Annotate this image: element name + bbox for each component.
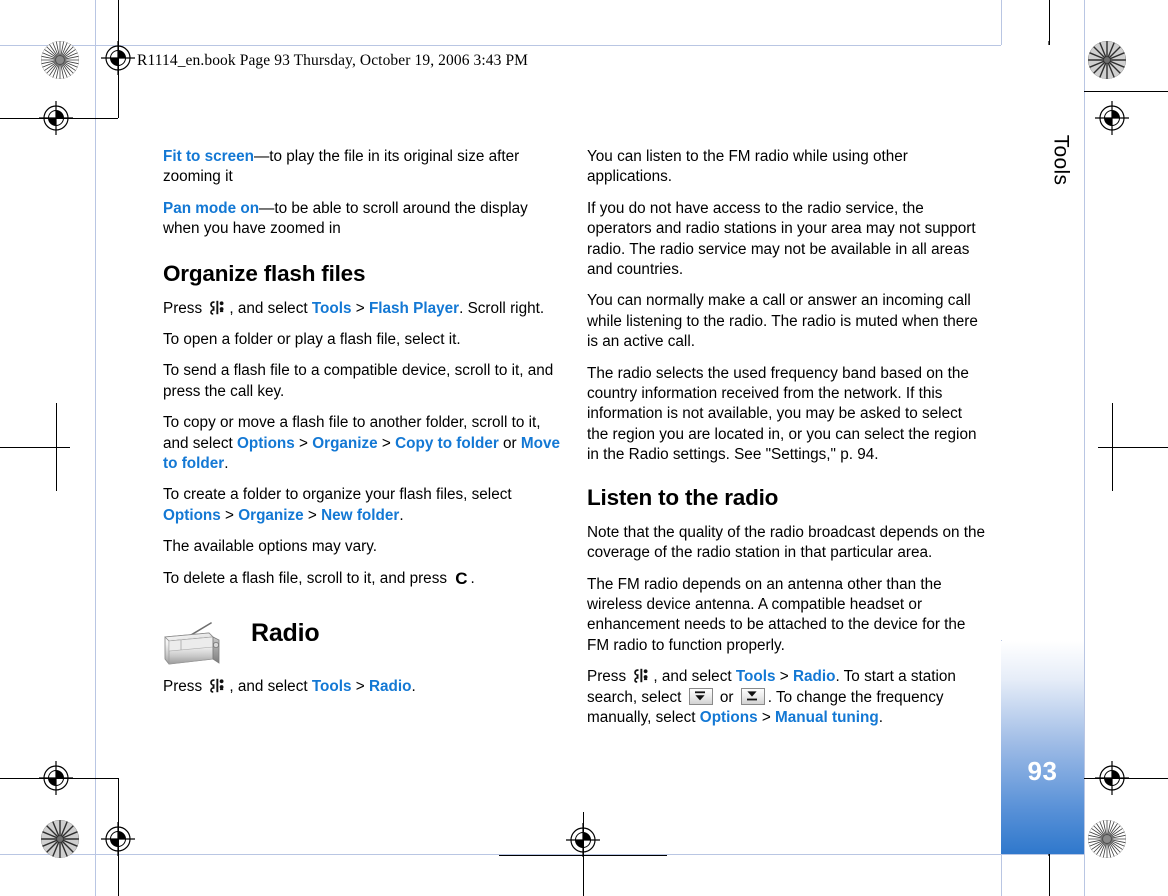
paragraph-fit-to-screen: Fit to screen—to play the file in its or… xyxy=(163,147,563,188)
separator-gt: > xyxy=(220,506,239,524)
paragraph-text: . xyxy=(470,569,475,587)
crop-rule-right-mid-h xyxy=(1098,447,1168,448)
paragraph-create-folder: To create a folder to organize your flas… xyxy=(163,485,563,526)
starburst-mark-bottom-left xyxy=(41,820,79,858)
guide-line-left xyxy=(95,0,96,896)
book-file-header: R1114_en.book Page 93 Thursday, October … xyxy=(137,52,529,69)
right-text-column: You can listen to the FM radio while usi… xyxy=(587,147,987,739)
paragraph-copy-or-move: To copy or move a flash file to another … xyxy=(163,413,563,474)
paragraph-antenna-headset: The FM radio depends on an antenna other… xyxy=(587,575,966,654)
printed-page: R1114_en.book Page 93 Thursday, October … xyxy=(0,0,1168,896)
paragraph-text: Press xyxy=(587,668,631,686)
guide-line-right-outer xyxy=(1084,0,1085,896)
paragraph-text: . xyxy=(411,678,416,696)
separator-gt: > xyxy=(757,708,776,726)
paragraph-no-access-radio-service: If you do not have access to the radio s… xyxy=(587,199,976,279)
separator-gt: > xyxy=(775,668,793,686)
paragraph-delete-flash-file: To delete a flash file, scroll to it, an… xyxy=(163,569,563,589)
ui-link-manual-tuning[interactable]: Manual tuning xyxy=(775,709,879,726)
registration-target-bottom-left xyxy=(101,822,135,856)
paragraph-send-flash-file: To send a flash file to a compatible dev… xyxy=(163,362,554,400)
radio-section-header: Radio xyxy=(163,615,563,673)
paragraph-text: , and select xyxy=(653,668,736,686)
page-number: 93 xyxy=(1027,756,1058,786)
ui-link-new-folder[interactable]: New folder xyxy=(321,507,399,524)
registration-target-right-upper xyxy=(1095,101,1129,135)
paragraph-pan-mode-on: Pan mode on—to be able to scroll around … xyxy=(163,199,563,240)
crop-rule-left-mid-h xyxy=(0,447,70,448)
paragraph-options-may-vary: The available options may vary. xyxy=(163,538,377,556)
starburst-mark-bottom-right xyxy=(1088,820,1126,858)
starburst-mark-top-left xyxy=(41,41,79,79)
ui-link-radio[interactable]: Radio xyxy=(369,678,412,695)
ui-link-options[interactable]: Options xyxy=(237,435,295,452)
ui-link-options[interactable]: Options xyxy=(163,507,221,524)
separator-gt: > xyxy=(303,506,322,524)
left-text-column: Fit to screen—to play the file in its or… xyxy=(163,147,563,709)
paragraph-open-folder: To open a folder or play a flash file, s… xyxy=(163,331,461,349)
ui-link-fit-to-screen[interactable]: Fit to screen xyxy=(163,148,254,165)
heading-organize-flash-files: Organize flash files xyxy=(163,260,366,286)
ui-link-radio[interactable]: Radio xyxy=(793,668,836,685)
menu-key-icon xyxy=(209,300,226,315)
ui-link-organize[interactable]: Organize xyxy=(238,507,303,524)
ui-link-tools[interactable]: Tools xyxy=(312,300,352,317)
crop-rule-right-mid-v xyxy=(1112,403,1113,491)
ui-link-pan-mode-on[interactable]: Pan mode on xyxy=(163,200,259,217)
paragraph-text: Press xyxy=(163,299,207,317)
paragraph-text: or xyxy=(715,688,738,706)
heading-listen-to-the-radio: Listen to the radio xyxy=(587,484,779,510)
paragraph-press-tools-radio: Press , and select Tools > Radio. xyxy=(163,677,563,697)
paragraph-frequency-band-region: The radio selects the used frequency ban… xyxy=(587,364,977,464)
paragraph-text: Press xyxy=(163,678,207,696)
heading-radio: Radio xyxy=(251,619,320,648)
paragraph-text: To delete a flash file, scroll to it, an… xyxy=(163,569,452,587)
paragraph-text: or xyxy=(498,434,521,452)
paragraph-press-tools-flash-player: Press , and select Tools > Flash Player.… xyxy=(163,299,563,319)
ui-link-tools[interactable]: Tools xyxy=(312,678,352,695)
paragraph-text: . xyxy=(224,455,229,473)
scan-up-icon[interactable] xyxy=(688,687,713,705)
registration-target-left-upper xyxy=(39,101,73,135)
radio-icon xyxy=(163,621,221,669)
menu-key-icon xyxy=(633,668,650,683)
separator-gt: > xyxy=(294,434,313,452)
guide-line-top xyxy=(0,45,1084,46)
paragraph-text: . xyxy=(878,708,883,726)
paragraph-broadcast-quality: Note that the quality of the radio broad… xyxy=(587,523,985,562)
ui-link-copy-to-folder[interactable]: Copy to folder xyxy=(395,435,499,452)
registration-target-bottom-center xyxy=(566,823,600,857)
paragraph-text: . xyxy=(399,506,404,524)
paragraph-listen-while-other-apps: You can listen to the FM radio while usi… xyxy=(587,148,908,186)
scan-down-icon[interactable] xyxy=(740,687,765,705)
paragraph-text: , and select xyxy=(229,299,312,317)
ui-link-flash-player[interactable]: Flash Player xyxy=(369,300,459,317)
menu-key-icon xyxy=(209,678,226,693)
ui-link-organize[interactable]: Organize xyxy=(312,435,377,452)
paragraph-text: . Scroll right. xyxy=(459,299,545,317)
clear-key-icon: C xyxy=(455,568,468,588)
ui-link-tools[interactable]: Tools xyxy=(736,668,776,685)
paragraph-text: To create a folder to organize your flas… xyxy=(163,486,512,504)
registration-target-right-lower xyxy=(1095,761,1129,795)
registration-target-left-lower xyxy=(39,761,73,795)
paragraph-calls-while-listening: You can normally make a call or answer a… xyxy=(587,292,978,351)
section-tab-label: Tools xyxy=(1049,134,1073,186)
separator-gt: > xyxy=(351,678,369,696)
separator-gt: > xyxy=(377,434,396,452)
crop-rule-left-mid-v xyxy=(56,403,57,491)
paragraph-station-search: Press , and select Tools > Radio. To sta… xyxy=(587,667,987,728)
page-number-gradient-panel xyxy=(1001,641,1084,854)
paragraph-text: , and select xyxy=(229,678,312,696)
separator-gt: > xyxy=(351,299,369,317)
starburst-mark-top-right xyxy=(1088,41,1126,79)
ui-link-options[interactable]: Options xyxy=(700,709,758,726)
registration-target-top-left xyxy=(101,41,135,75)
